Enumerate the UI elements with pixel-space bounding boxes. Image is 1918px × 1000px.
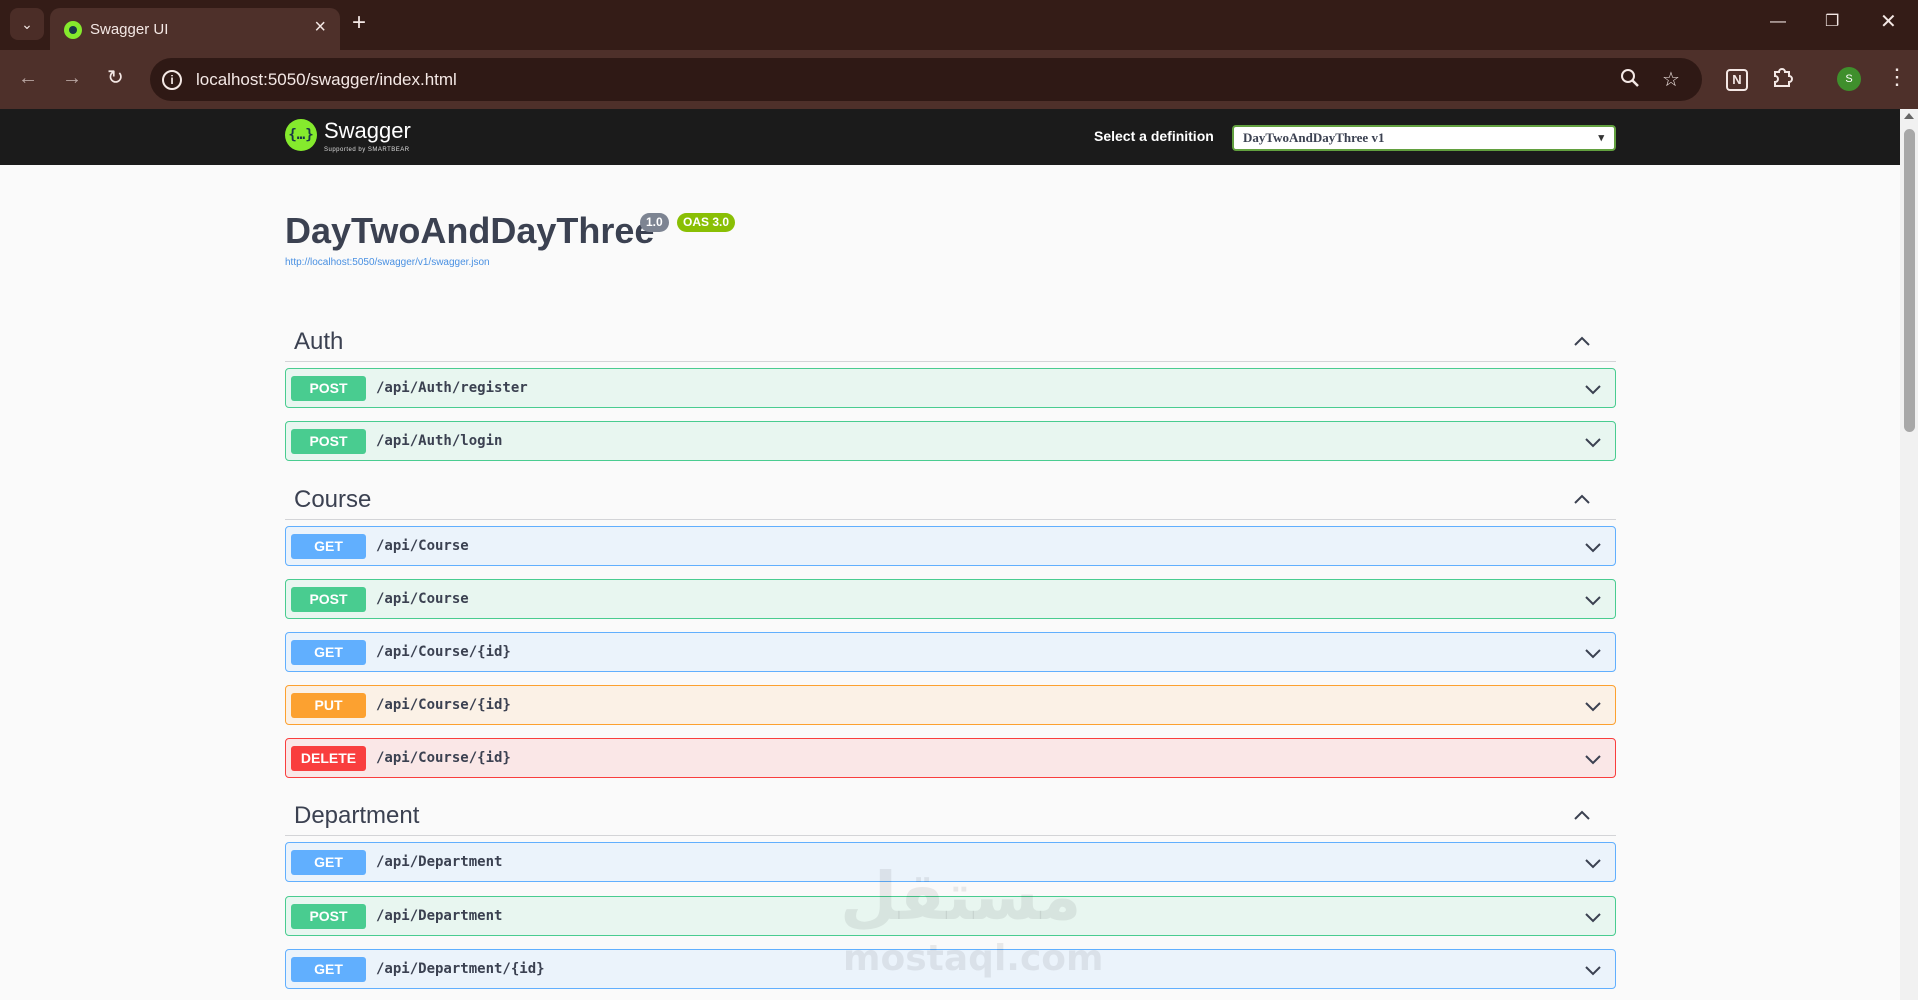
operation-row[interactable]: PUT /api/Course/{id}	[285, 685, 1616, 725]
spec-url-link[interactable]: http://localhost:5050/swagger/v1/swagger…	[285, 257, 490, 268]
operation-row[interactable]: POST /api/Course	[285, 579, 1616, 619]
definition-select[interactable]: DayTwoAndDayThree v1 ▾	[1232, 125, 1616, 151]
address-url[interactable]: localhost:5050/swagger/index.html	[196, 70, 457, 90]
oas-badge: OAS 3.0	[677, 213, 736, 232]
reload-icon[interactable]: ↻	[107, 66, 124, 90]
method-badge: DELETE	[291, 746, 366, 771]
operation-path: /api/Auth/login	[376, 433, 503, 449]
operation-path: /api/Course/{id}	[376, 750, 511, 766]
tab-search-button[interactable]: ⌄	[10, 8, 44, 40]
operation-row[interactable]: GET /api/Course	[285, 526, 1616, 566]
chevron-down-icon[interactable]	[1583, 379, 1603, 399]
chevron-down-icon[interactable]	[1583, 960, 1603, 980]
scroll-up-arrow-icon[interactable]	[1904, 113, 1914, 119]
site-info-icon[interactable]: i	[162, 70, 182, 90]
method-badge: GET	[291, 640, 366, 665]
chevron-down-icon[interactable]	[1583, 853, 1603, 873]
swagger-topbar: {…} Swagger Supported by SMARTBEAR Selec…	[0, 109, 1900, 165]
operation-row[interactable]: GET /api/Course/{id}	[285, 632, 1616, 672]
tag-header-auth[interactable]: Auth	[285, 322, 1616, 362]
swagger-brand-sub: Supported by SMARTBEAR	[324, 147, 410, 153]
method-badge: POST	[291, 904, 366, 929]
operation-path: /api/Department	[376, 854, 503, 870]
watermark-arabic: مستقل	[840, 858, 1082, 935]
operation-row[interactable]: POST /api/Auth/register	[285, 368, 1616, 408]
tag-name: Department	[294, 802, 420, 829]
operation-row[interactable]: POST /api/Auth/login	[285, 421, 1616, 461]
operation-path: /api/Auth/register	[376, 380, 528, 396]
definition-selected-value: DayTwoAndDayThree v1	[1243, 130, 1385, 145]
browser-menu-icon[interactable]: ⋮	[1886, 64, 1908, 90]
forward-arrow-icon[interactable]: →	[62, 66, 82, 90]
chevron-down-icon[interactable]	[1583, 590, 1603, 610]
address-bar[interactable]: i localhost:5050/swagger/index.html ☆	[150, 58, 1702, 101]
restore-icon[interactable]: ❐	[1825, 12, 1839, 32]
operation-path: /api/Department	[376, 908, 503, 924]
tag-header-course[interactable]: Course	[285, 480, 1616, 520]
profile-avatar[interactable]: S	[1837, 67, 1861, 91]
extensions-puzzle-icon[interactable]	[1771, 66, 1793, 94]
scrollbar-thumb[interactable]	[1904, 129, 1915, 432]
operation-path: /api/Course	[376, 538, 469, 554]
operation-path: /api/Course/{id}	[376, 644, 511, 660]
chevron-up-icon[interactable]	[1572, 806, 1592, 826]
new-tab-plus-icon[interactable]: +	[352, 11, 366, 35]
tab-title: Swagger UI	[90, 21, 169, 38]
method-badge: POST	[291, 429, 366, 454]
tag-name: Course	[294, 486, 372, 513]
operation-path: /api/Course/{id}	[376, 697, 511, 713]
chevron-down-icon: ▾	[1598, 132, 1604, 144]
method-badge: POST	[291, 376, 366, 401]
tag-header-department[interactable]: Department	[285, 796, 1616, 836]
close-tab-icon[interactable]: ×	[314, 17, 326, 37]
notion-extension-icon[interactable]: N	[1726, 69, 1748, 91]
chevron-down-icon[interactable]	[1583, 696, 1603, 716]
operation-row[interactable]: DELETE /api/Course/{id}	[285, 738, 1616, 778]
chevron-up-icon[interactable]	[1572, 332, 1592, 352]
chevron-down-icon: ⌄	[21, 16, 33, 32]
method-badge: PUT	[291, 693, 366, 718]
zoom-icon[interactable]	[1620, 68, 1640, 94]
version-badge: 1.0	[640, 213, 669, 232]
bookmark-star-icon[interactable]: ☆	[1662, 68, 1680, 92]
browser-tab[interactable]: Swagger UI ×	[50, 8, 340, 50]
minimize-icon[interactable]: —	[1770, 12, 1786, 32]
chevron-down-icon[interactable]	[1583, 432, 1603, 452]
browser-tab-bar: ⌄ Swagger UI × + — ❐ ✕	[0, 0, 1918, 50]
chevron-up-icon[interactable]	[1572, 490, 1592, 510]
tag-name: Auth	[294, 328, 344, 355]
method-badge: GET	[291, 957, 366, 982]
chevron-down-icon[interactable]	[1583, 907, 1603, 927]
chevron-down-icon[interactable]	[1583, 749, 1603, 769]
method-badge: GET	[291, 850, 366, 875]
swagger-logo-icon[interactable]: {…}	[285, 119, 317, 151]
back-arrow-icon[interactable]: ←	[18, 66, 38, 90]
api-title: DayTwoAndDayThree	[285, 210, 655, 251]
chevron-down-icon[interactable]	[1583, 537, 1603, 557]
method-badge: GET	[291, 534, 366, 559]
swagger-brand[interactable]: Swagger	[324, 119, 411, 143]
chevron-down-icon[interactable]	[1583, 643, 1603, 663]
operation-path: /api/Department/{id}	[376, 961, 545, 977]
close-window-icon[interactable]: ✕	[1880, 12, 1897, 32]
operation-path: /api/Course	[376, 591, 469, 607]
swagger-favicon-icon	[64, 21, 82, 39]
method-badge: POST	[291, 587, 366, 612]
definition-label: Select a definition	[1094, 128, 1214, 144]
watermark-latin: mostaql.com	[843, 938, 1104, 979]
browser-toolbar: ← → ↻ i localhost:5050/swagger/index.htm…	[0, 50, 1918, 109]
